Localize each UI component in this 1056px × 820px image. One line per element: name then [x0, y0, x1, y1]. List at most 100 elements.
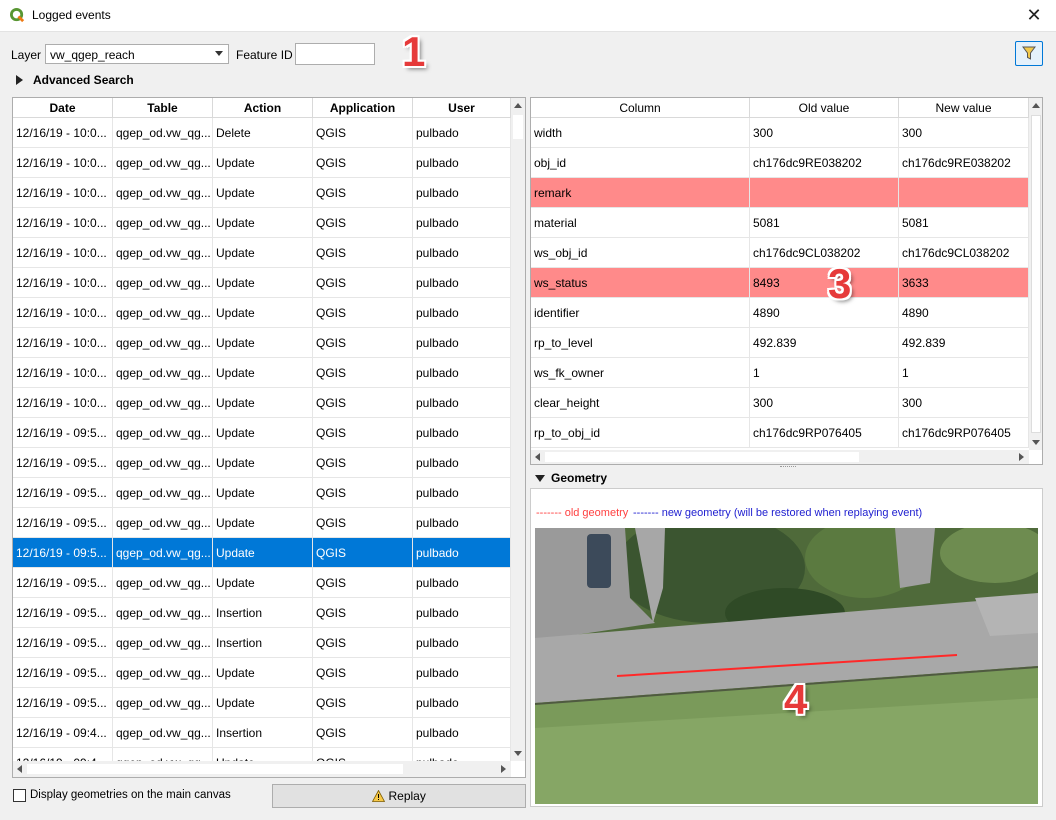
table-row[interactable]: 12/16/19 - 10:0... qgep_od.vw_qg... Update…: [13, 388, 511, 418]
table-row[interactable]: 12/16/19 - 09:5... qgep_od.vw_qg... Update…: [13, 478, 511, 508]
table-row[interactable]: clear_height 300 300: [531, 388, 1029, 418]
table-row[interactable]: identifier 4890 4890: [531, 298, 1029, 328]
column-header-action[interactable]: Action: [213, 98, 313, 118]
table-row[interactable]: material 5081 5081: [531, 208, 1029, 238]
table-cell-date: 12/16/19 - 10:0...: [13, 268, 113, 298]
table-cell-column: obj_id: [531, 148, 750, 178]
table-row[interactable]: ws_fk_owner 1 1: [531, 358, 1029, 388]
table-cell-table: qgep_od.vw_qg...: [113, 508, 213, 538]
table-row[interactable]: 12/16/19 - 10:0... qgep_od.vw_qg... Delete…: [13, 118, 511, 148]
advanced-search-toggle[interactable]: Advanced Search: [33, 73, 134, 87]
table-row[interactable]: 12/16/19 - 10:0... qgep_od.vw_qg... Update…: [13, 238, 511, 268]
table-cell-old-value: 300: [750, 118, 899, 148]
geometry-map-canvas[interactable]: [535, 528, 1038, 804]
vertical-scroll-thumb[interactable]: [1031, 115, 1041, 433]
column-header-date[interactable]: Date: [13, 98, 113, 118]
events-vertical-scrollbar[interactable]: [511, 98, 525, 761]
table-cell-new-value: ch176dc9RP076405: [899, 418, 1029, 448]
geometry-panel: ------- old geometry ------- new geometr…: [530, 488, 1043, 807]
table-cell-old-value: 492.839: [750, 328, 899, 358]
table-row[interactable]: 12/16/19 - 09:5... qgep_od.vw_qg... Update…: [13, 688, 511, 718]
table-row[interactable]: 12/16/19 - 10:0... qgep_od.vw_qg... Update…: [13, 148, 511, 178]
scroll-down-icon[interactable]: [514, 751, 522, 756]
scroll-right-icon[interactable]: [1019, 453, 1024, 461]
table-row[interactable]: rp_to_obj_id ch176dc9RP076405 ch176dc9RP07…: [531, 418, 1029, 448]
column-header-user[interactable]: User: [413, 98, 511, 118]
table-cell-table: qgep_od.vw_qg...: [113, 658, 213, 688]
table-cell-column: remark: [531, 178, 750, 208]
column-header-table[interactable]: Table: [113, 98, 213, 118]
horizontal-scroll-thumb[interactable]: [545, 452, 859, 462]
table-cell-table: qgep_od.vw_qg...: [113, 208, 213, 238]
table-cell-column: ws_status: [531, 268, 750, 298]
column-header-new-value[interactable]: New value: [899, 98, 1029, 118]
events-table[interactable]: Date Table Action Application User 12/16/19 …: [12, 97, 526, 778]
table-row[interactable]: remark: [531, 178, 1029, 208]
table-cell-table: qgep_od.vw_qg...: [113, 118, 213, 148]
table-cell-application: QGIS: [313, 628, 413, 658]
geometry-section-toggle[interactable]: Geometry: [551, 471, 607, 485]
table-cell-column: ws_fk_owner: [531, 358, 750, 388]
layer-label: Layer: [11, 48, 42, 62]
annotation-4: 4: [784, 676, 808, 723]
table-row[interactable]: 12/16/19 - 09:5... qgep_od.vw_qg... Update…: [13, 538, 511, 568]
layer-select[interactable]: vw_qgep_reach: [45, 44, 229, 64]
window-title: Logged events: [32, 8, 111, 22]
replay-button[interactable]: Replay: [272, 784, 526, 808]
table-row[interactable]: 12/16/19 - 09:4... qgep_od.vw_qg... Insert…: [13, 718, 511, 748]
column-header-old-value[interactable]: Old value: [750, 98, 899, 118]
table-row[interactable]: 12/16/19 - 10:0... qgep_od.vw_qg... Update…: [13, 208, 511, 238]
horizontal-scroll-thumb[interactable]: [27, 764, 403, 774]
table-cell-application: QGIS: [313, 298, 413, 328]
table-row[interactable]: 12/16/19 - 10:0... qgep_od.vw_qg... Update…: [13, 178, 511, 208]
events-horizontal-scrollbar[interactable]: [13, 761, 511, 777]
vertical-scroll-thumb[interactable]: [513, 115, 523, 139]
table-row[interactable]: obj_id ch176dc9RE038202 ch176dc9RE038202: [531, 148, 1029, 178]
filter-button[interactable]: [1015, 41, 1043, 66]
changes-horizontal-scrollbar[interactable]: [531, 450, 1029, 464]
table-row[interactable]: 12/16/19 - 09:5... qgep_od.vw_qg... Insert…: [13, 598, 511, 628]
table-row[interactable]: 12/16/19 - 10:0... qgep_od.vw_qg... Update…: [13, 328, 511, 358]
table-row[interactable]: 12/16/19 - 09:5... qgep_od.vw_qg... Update…: [13, 658, 511, 688]
table-cell-action: Update: [213, 238, 313, 268]
table-row[interactable]: 12/16/19 - 10:0... qgep_od.vw_qg... Update…: [13, 268, 511, 298]
table-cell-action: Update: [213, 478, 313, 508]
table-cell-user: pulbado: [413, 448, 511, 478]
table-row[interactable]: 12/16/19 - 10:0... qgep_od.vw_qg... Update…: [13, 358, 511, 388]
splitter-handle[interactable]: [780, 466, 796, 470]
display-geometries-label[interactable]: Display geometries on the main canvas: [30, 789, 231, 801]
scroll-up-icon[interactable]: [514, 103, 522, 108]
table-row[interactable]: 12/16/19 - 09:5... qgep_od.vw_qg... Insert…: [13, 628, 511, 658]
changes-vertical-scrollbar[interactable]: [1029, 98, 1042, 450]
scroll-left-icon[interactable]: [17, 765, 22, 773]
table-row[interactable]: width 300 300: [531, 118, 1029, 148]
table-row[interactable]: 12/16/19 - 10:0... qgep_od.vw_qg... Update…: [13, 298, 511, 328]
table-cell-table: qgep_od.vw_qg...: [113, 418, 213, 448]
table-row[interactable]: 12/16/19 - 09:5... qgep_od.vw_qg... Update…: [13, 448, 511, 478]
table-cell-new-value: 300: [899, 388, 1029, 418]
column-header-application[interactable]: Application: [313, 98, 413, 118]
table-row[interactable]: ws_status 8493 3633: [531, 268, 1029, 298]
table-row[interactable]: ws_obj_id ch176dc9CL038202 ch176dc9CL03820…: [531, 238, 1029, 268]
table-cell-table: qgep_od.vw_qg...: [113, 598, 213, 628]
changes-table[interactable]: Column Old value New value width 300 300 obj_…: [530, 97, 1043, 465]
table-cell-application: QGIS: [313, 568, 413, 598]
table-row[interactable]: 12/16/19 - 09:5... qgep_od.vw_qg... Update…: [13, 508, 511, 538]
close-button[interactable]: ✕: [1022, 4, 1046, 26]
feature-id-input[interactable]: [295, 43, 375, 65]
table-cell-action: Update: [213, 688, 313, 718]
table-cell-application: QGIS: [313, 388, 413, 418]
column-header-column[interactable]: Column: [531, 98, 750, 118]
table-row[interactable]: 12/16/19 - 09:5... qgep_od.vw_qg... Update…: [13, 568, 511, 598]
scroll-right-icon[interactable]: [501, 765, 506, 773]
table-row[interactable]: 12/16/19 - 09:5... qgep_od.vw_qg... Update…: [13, 418, 511, 448]
collapse-arrow-icon[interactable]: [535, 475, 545, 482]
scroll-down-icon[interactable]: [1032, 440, 1040, 445]
table-cell-application: QGIS: [313, 148, 413, 178]
scroll-up-icon[interactable]: [1032, 103, 1040, 108]
scroll-left-icon[interactable]: [535, 453, 540, 461]
expand-arrow-icon[interactable]: [16, 75, 23, 85]
table-cell-column: clear_height: [531, 388, 750, 418]
display-geometries-checkbox[interactable]: [13, 789, 26, 802]
table-row[interactable]: rp_to_level 492.839 492.839: [531, 328, 1029, 358]
